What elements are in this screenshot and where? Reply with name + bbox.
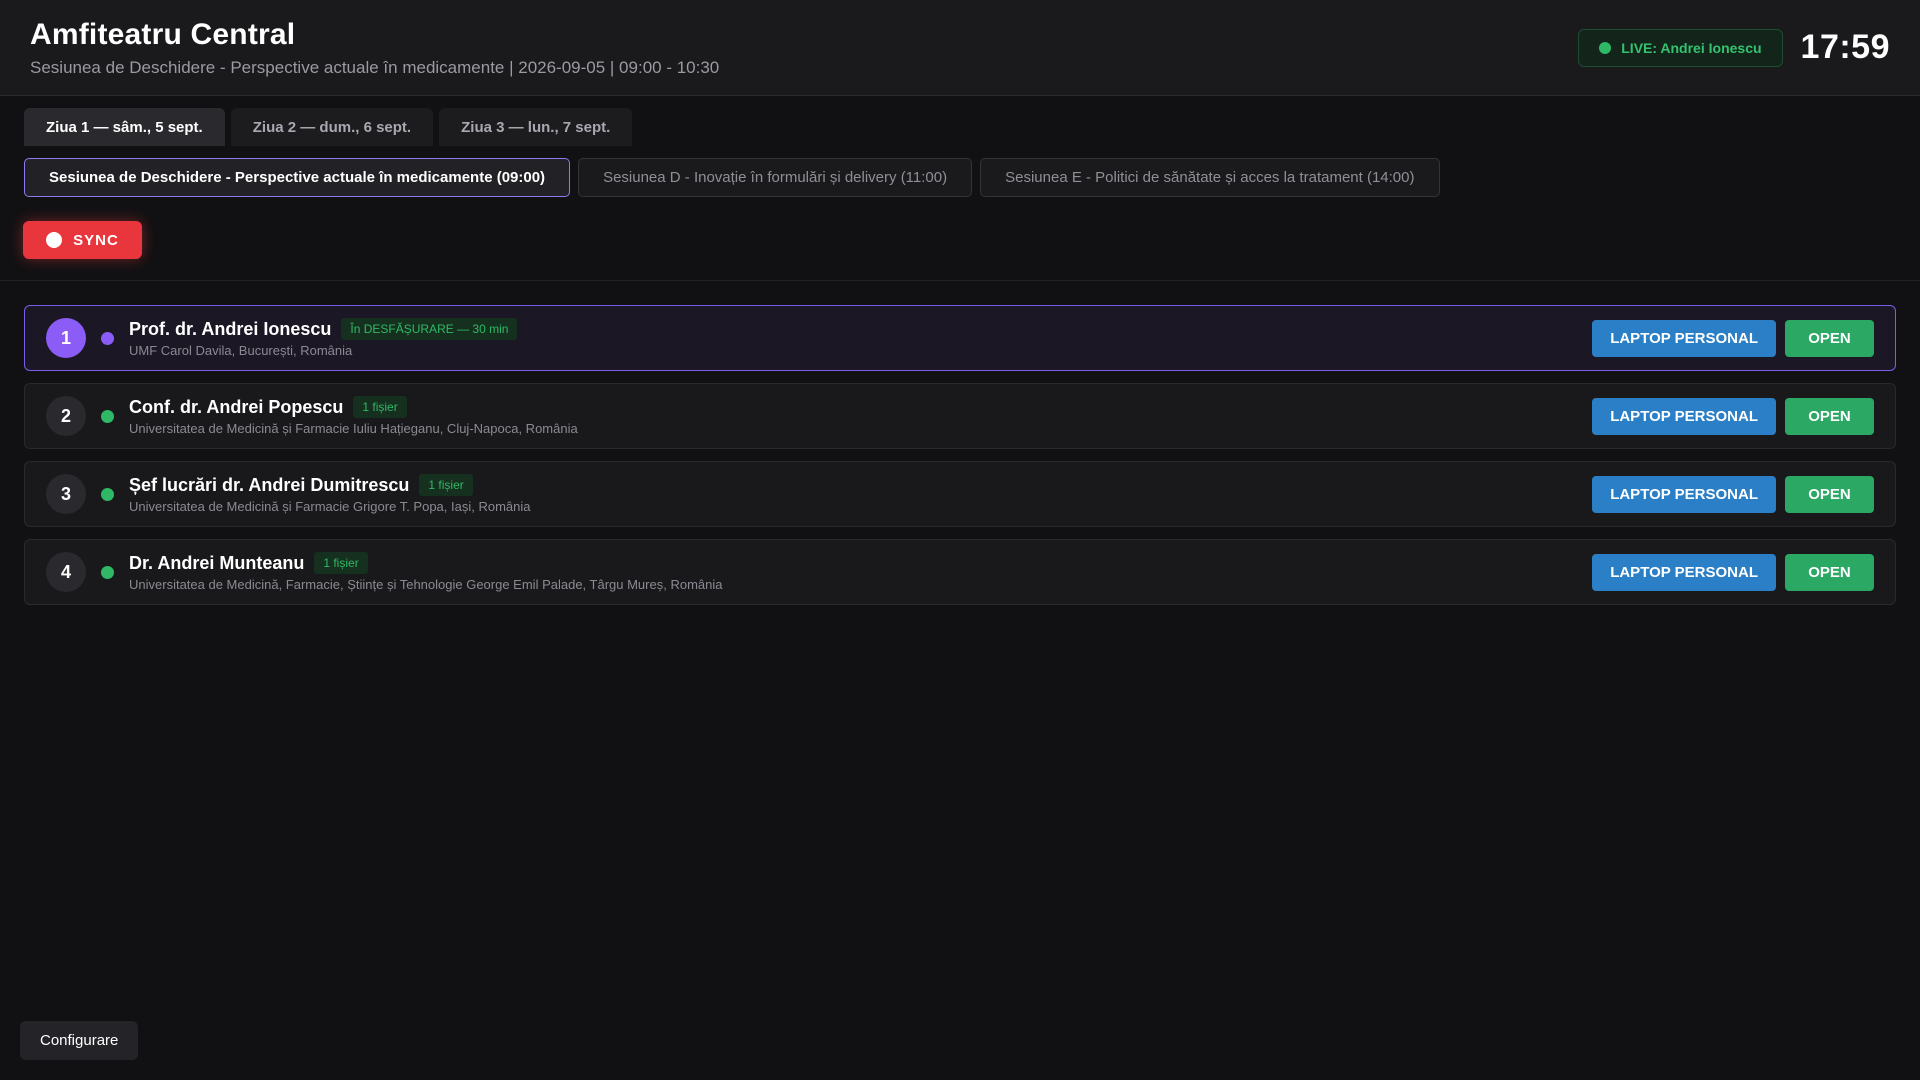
speaker-list: 1 Prof. dr. Andrei Ionescu În DESFĂȘURAR…	[0, 281, 1920, 605]
speaker-name-line: Șef lucrări dr. Andrei Dumitrescu 1 fiși…	[129, 474, 1592, 496]
open-button[interactable]: OPEN	[1785, 553, 1874, 591]
speaker-info: Șef lucrări dr. Andrei Dumitrescu 1 fiși…	[129, 474, 1592, 514]
speaker-name: Șef lucrări dr. Andrei Dumitrescu	[129, 474, 410, 495]
clock: 17:59	[1800, 28, 1890, 66]
speaker-number: 4	[46, 552, 86, 592]
live-label: LIVE: Andrei Ionescu	[1621, 39, 1762, 56]
sync-button[interactable]: SYNC	[23, 221, 142, 259]
header-bar: Amfiteatru Central Sesiunea de Deschider…	[0, 0, 1920, 96]
tab-day-3[interactable]: Ziua 3 — lun., 7 sept.	[439, 108, 633, 146]
tab-session-d[interactable]: Sesiunea D - Inovație în formulări și de…	[578, 158, 973, 197]
configure-button[interactable]: Configurare	[20, 1021, 139, 1060]
open-button[interactable]: OPEN	[1785, 319, 1874, 357]
session-tabs: Sesiunea de Deschidere - Perspective act…	[0, 146, 1920, 197]
live-dot-icon	[1599, 41, 1612, 54]
speaker-name-line: Conf. dr. Andrei Popescu 1 fișier	[129, 396, 1592, 418]
tab-day-1[interactable]: Ziua 1 — sâm., 5 sept.	[24, 108, 225, 146]
sync-label: SYNC	[73, 231, 119, 249]
day-tabs: Ziua 1 — sâm., 5 sept. Ziua 2 — dum., 6 …	[0, 96, 1920, 146]
speaker-row[interactable]: 1 Prof. dr. Andrei Ionescu În DESFĂȘURAR…	[24, 305, 1896, 371]
speaker-number: 1	[46, 318, 86, 358]
tab-session-opening[interactable]: Sesiunea de Deschidere - Perspective act…	[24, 158, 571, 197]
speaker-info: Prof. dr. Andrei Ionescu În DESFĂȘURARE …	[129, 318, 1592, 358]
record-dot-icon	[46, 232, 63, 248]
status-badge: În DESFĂȘURARE — 30 min	[341, 318, 518, 340]
speaker-actions: LAPTOP PERSONAL OPEN	[1592, 319, 1874, 357]
status-dot-icon	[101, 331, 114, 345]
room-title: Amfiteatru Central	[30, 17, 296, 51]
status-dot-icon	[101, 565, 114, 579]
laptop-personal-button[interactable]: LAPTOP PERSONAL	[1592, 553, 1776, 591]
speaker-name: Dr. Andrei Munteanu	[129, 552, 305, 573]
session-subtitle: Sesiunea de Deschidere - Perspective act…	[30, 57, 720, 77]
tab-session-e[interactable]: Sesiunea E - Politici de sănătate și acc…	[980, 158, 1440, 197]
speaker-number: 2	[46, 396, 86, 436]
status-dot-icon	[101, 409, 114, 423]
speaker-info: Dr. Andrei Munteanu 1 fișier Universitat…	[129, 552, 1592, 592]
file-count-badge: 1 fișier	[419, 474, 473, 496]
speaker-name: Prof. dr. Andrei Ionescu	[129, 318, 332, 339]
speaker-affiliation: Universitatea de Medicină și Farmacie Iu…	[129, 421, 578, 436]
open-button[interactable]: OPEN	[1785, 475, 1874, 513]
speaker-actions: LAPTOP PERSONAL OPEN	[1592, 397, 1874, 435]
file-count-badge: 1 fișier	[353, 396, 407, 418]
speaker-row[interactable]: 3 Șef lucrări dr. Andrei Dumitrescu 1 fi…	[24, 461, 1896, 527]
header-status: LIVE: Andrei Ionescu 17:59	[1578, 28, 1890, 67]
speaker-name: Conf. dr. Andrei Popescu	[129, 396, 344, 417]
file-count-badge: 1 fișier	[314, 552, 368, 574]
speaker-row[interactable]: 2 Conf. dr. Andrei Popescu 1 fișier Univ…	[24, 383, 1896, 449]
speaker-info: Conf. dr. Andrei Popescu 1 fișier Univer…	[129, 396, 1592, 436]
speaker-name-line: Dr. Andrei Munteanu 1 fișier	[129, 552, 1592, 574]
speaker-affiliation: UMF Carol Davila, București, România	[129, 343, 353, 358]
speaker-row[interactable]: 4 Dr. Andrei Munteanu 1 fișier Universit…	[24, 539, 1896, 605]
laptop-personal-button[interactable]: LAPTOP PERSONAL	[1592, 397, 1776, 435]
speaker-number: 3	[46, 474, 86, 514]
laptop-personal-button[interactable]: LAPTOP PERSONAL	[1592, 319, 1776, 357]
speaker-actions: LAPTOP PERSONAL OPEN	[1592, 553, 1874, 591]
speaker-affiliation: Universitatea de Medicină și Farmacie Gr…	[129, 499, 531, 514]
speaker-name-line: Prof. dr. Andrei Ionescu În DESFĂȘURARE …	[129, 318, 1592, 340]
live-badge: LIVE: Andrei Ionescu	[1578, 28, 1783, 67]
toolbar: SYNC	[0, 197, 1920, 281]
speaker-affiliation: Universitatea de Medicină, Farmacie, Ști…	[129, 577, 723, 592]
speaker-actions: LAPTOP PERSONAL OPEN	[1592, 475, 1874, 513]
status-dot-icon	[101, 487, 114, 501]
header-info: Amfiteatru Central Sesiunea de Deschider…	[30, 18, 719, 78]
open-button[interactable]: OPEN	[1785, 397, 1874, 435]
laptop-personal-button[interactable]: LAPTOP PERSONAL	[1592, 475, 1776, 513]
tab-day-2[interactable]: Ziua 2 — dum., 6 sept.	[230, 108, 434, 146]
